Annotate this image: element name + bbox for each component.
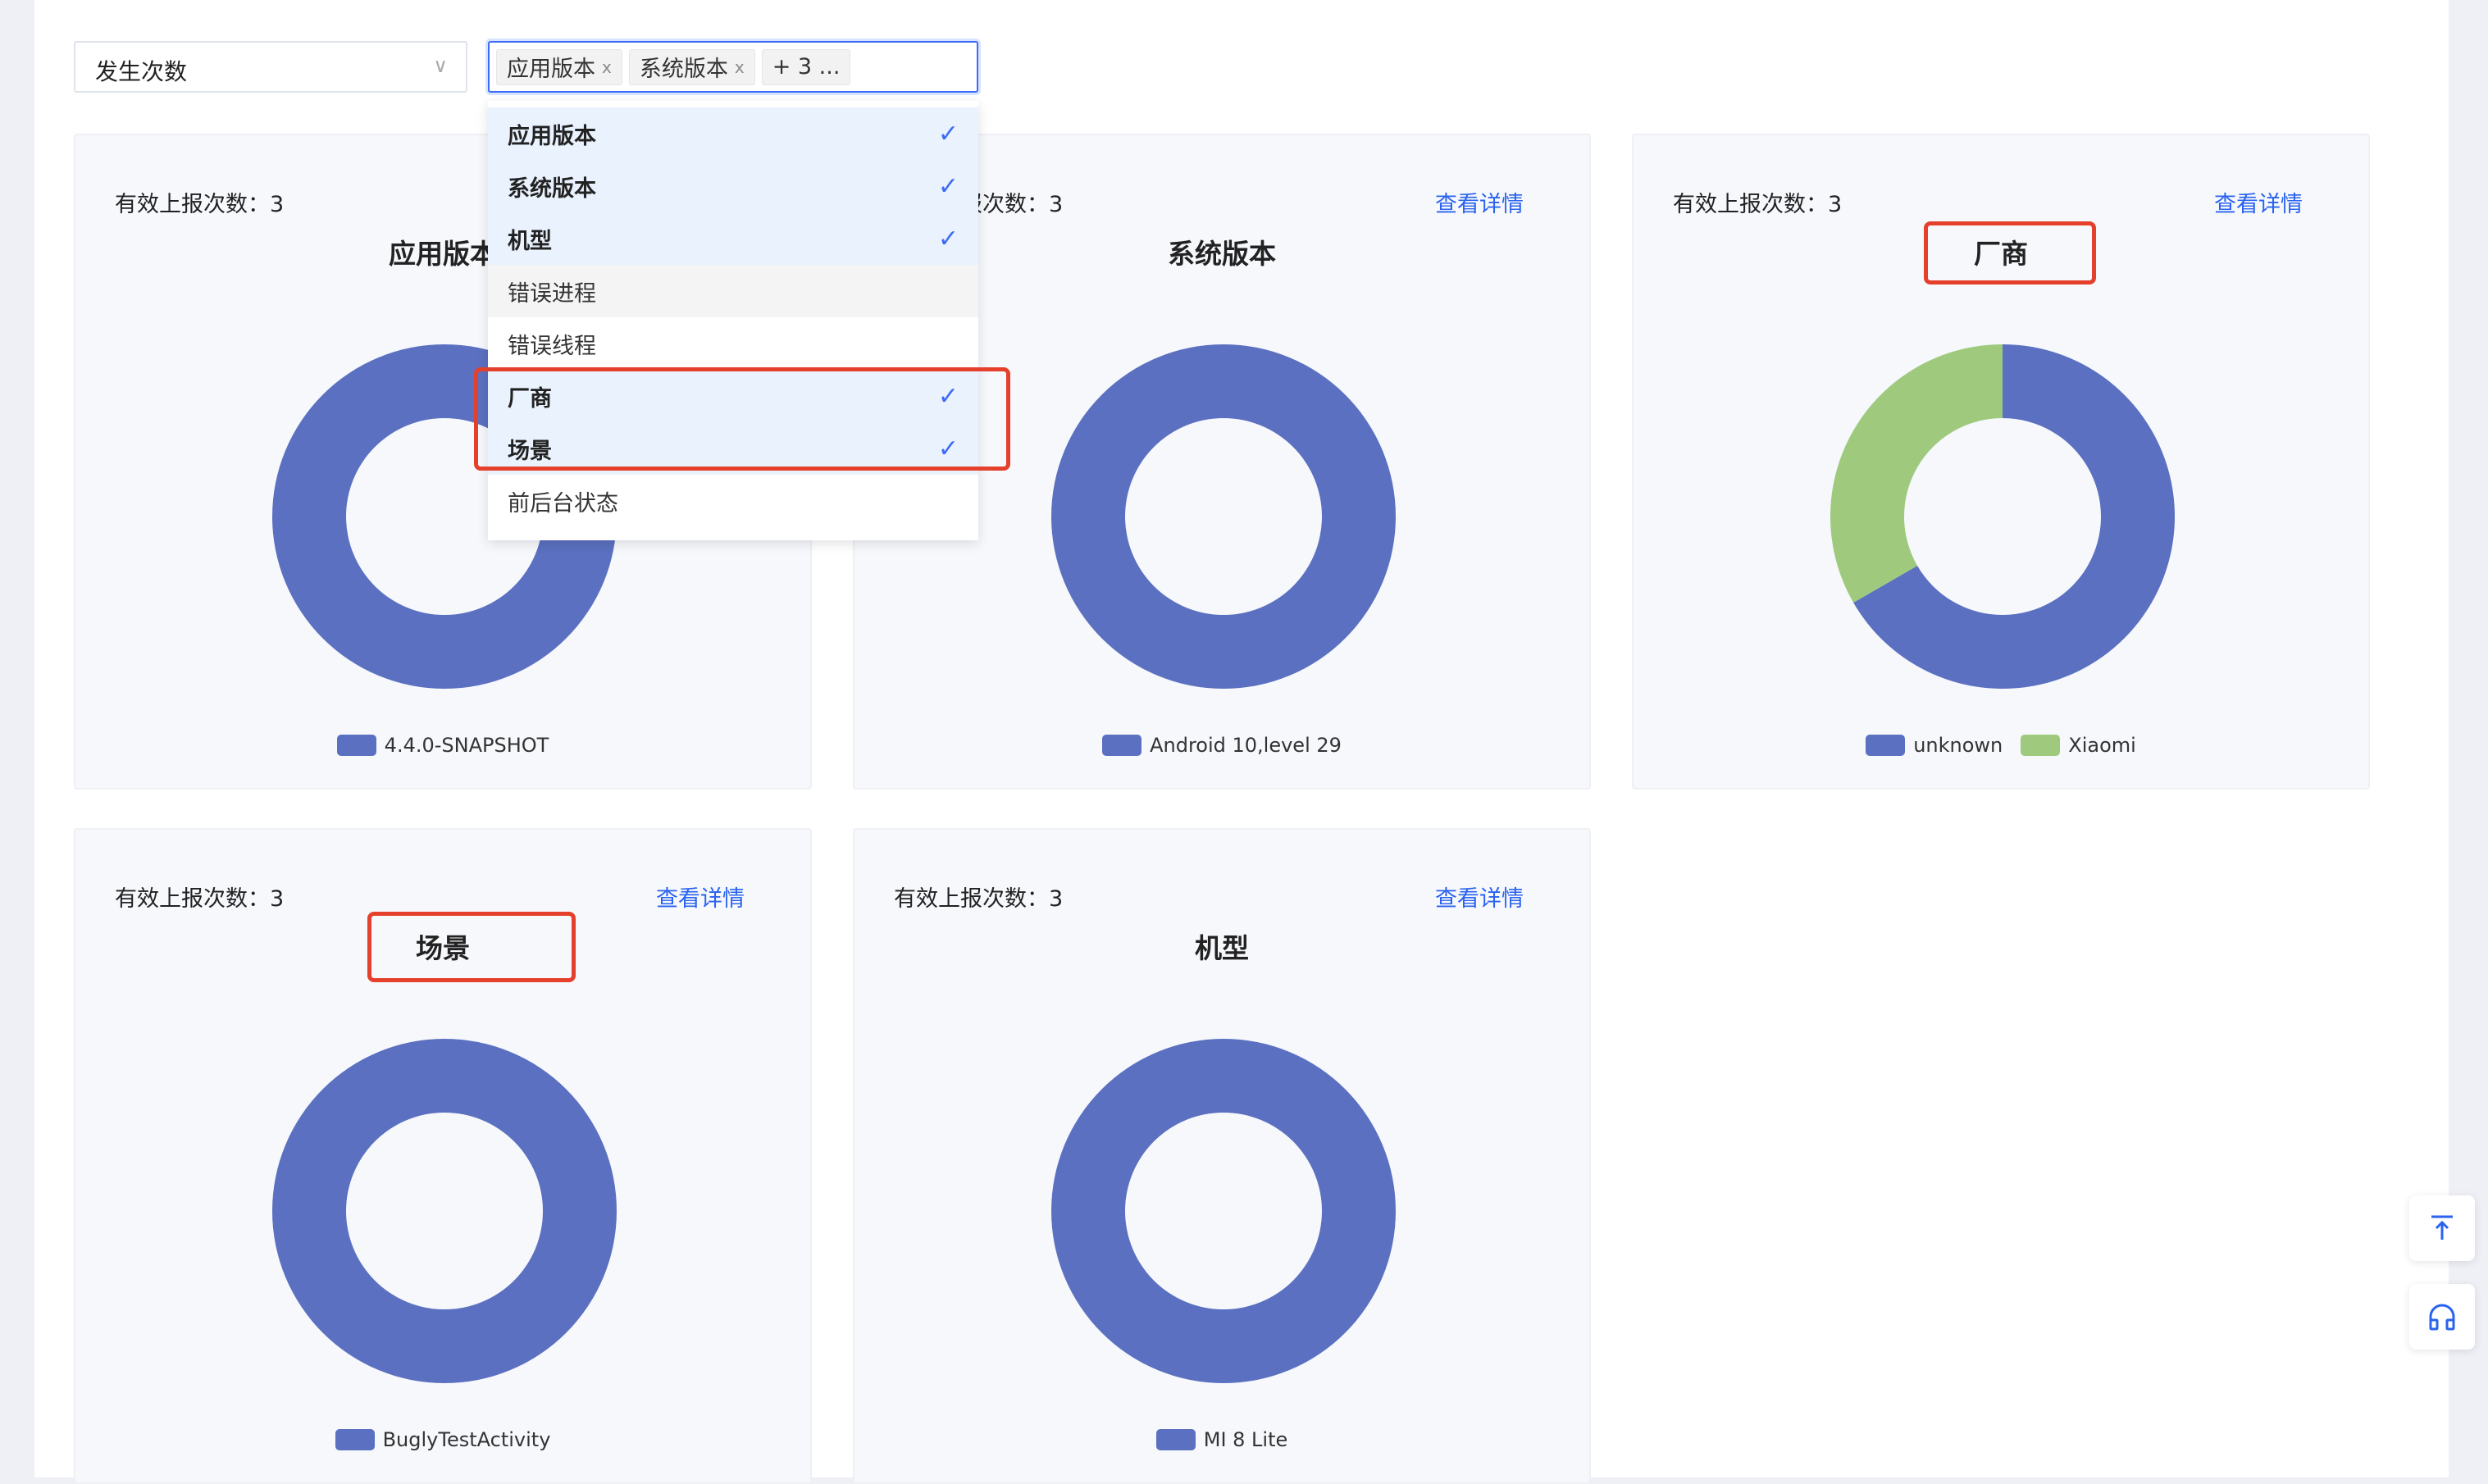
close-icon[interactable]: x [735,57,745,77]
dropdown-option[interactable]: 应用版本 ✓ [488,107,978,160]
report-count: 有效上报次数：3 [1673,192,1843,217]
dimension-dropdown: 应用版本 ✓ 系统版本 ✓ 机型 ✓ 错误进程 错误线程 厂商 ✓ 场景 ✓ 前后台状态 [488,101,978,540]
pie-slice[interactable] [272,1039,617,1383]
legend-label: BuglyTestActivity [382,1428,551,1451]
dropdown-option[interactable]: 错误线程 [488,317,978,370]
donut-chart [1051,1039,1396,1383]
legend-label: Android 10,level 29 [1150,734,1342,757]
back-to-top-button[interactable] [2409,1195,2475,1261]
legend-swatch [1866,735,1906,756]
option-label: 机型 [508,228,552,254]
highlight-box [367,912,576,982]
check-icon: ✓ [937,224,959,253]
legend-label: Xiaomi [2068,734,2136,757]
view-details-link[interactable]: 查看详情 [2214,186,2303,218]
report-count: 有效上报次数：3 [894,886,1064,912]
legend-item[interactable]: Xiaomi [2021,734,2136,757]
chart-card: 有效上报次数：3 查看详情 机型 MI 8 Lite [853,828,1591,1484]
legend-label: 4.4.0-SNAPSHOT [384,734,549,757]
legend-label: unknown [1913,734,2003,757]
arrow-up-to-top-icon [2431,1215,2453,1240]
chevron-down-icon: ∨ [433,54,448,77]
legend-item[interactable]: unknown [1866,734,2003,757]
legend-item[interactable]: 4.4.0-SNAPSHOT [336,734,549,757]
pie-slice[interactable] [1830,344,2003,603]
check-icon: ✓ [937,171,959,201]
metric-select[interactable]: 发生次数 ∨ [74,41,467,93]
legend-label: MI 8 Lite [1203,1428,1288,1451]
headphones-icon [2429,1304,2455,1331]
report-count: 有效上报次数：3 [115,192,285,217]
tag-os-version: 系统版本 x [628,48,755,85]
legend-item[interactable]: Android 10,level 29 [1102,734,1342,757]
customer-service-button[interactable] [2409,1284,2475,1350]
dropdown-option[interactable]: 错误进程 [488,265,978,317]
chart-title: 机型 [1195,932,1249,964]
legend-swatch [336,735,376,756]
dropdown-option[interactable]: 前后台状态 [488,475,978,527]
view-details-link[interactable]: 查看详情 [1435,881,1524,913]
metric-select-value: 发生次数 [95,58,188,85]
legend-item[interactable]: MI 8 Lite [1155,1428,1288,1451]
dropdown-option[interactable]: 系统版本 ✓ [488,160,978,212]
view-details-link[interactable]: 查看详情 [1435,186,1524,218]
tag-app-version: 应用版本 x [496,48,622,85]
chart-legend: unknown Xiaomi [1634,734,2368,757]
check-icon: ✓ [937,119,959,148]
option-label: 错误进程 [508,280,596,307]
tag-label: 应用版本 [507,57,595,82]
close-icon[interactable]: x [602,57,612,77]
donut-chart [272,1039,617,1383]
highlight-box [1924,221,2096,285]
option-label: 错误线程 [508,333,596,359]
pie-slice[interactable] [1051,344,1396,689]
dimension-multiselect[interactable]: 应用版本 x 系统版本 x + 3 ... [488,41,978,93]
report-count: 有效上报次数：3 [115,886,285,912]
legend-item[interactable]: BuglyTestActivity [335,1428,551,1451]
option-label: 前后台状态 [508,490,618,517]
chart-legend: 4.4.0-SNAPSHOT [75,734,810,757]
chart-legend: Android 10,level 29 [854,734,1589,757]
view-details-link[interactable]: 查看详情 [656,881,745,913]
donut-chart [1051,344,1396,689]
legend-swatch [335,1429,375,1450]
chart-legend: MI 8 Lite [854,1428,1589,1451]
tag-label: 系统版本 [639,57,728,82]
option-label: 应用版本 [508,123,596,149]
legend-swatch [2021,735,2061,756]
option-label: 系统版本 [508,175,596,202]
chart-legend: BuglyTestActivity [75,1428,810,1451]
dropdown-option[interactable]: 机型 ✓ [488,212,978,265]
pie-slice[interactable] [1051,1039,1396,1383]
legend-swatch [1102,735,1142,756]
highlight-box [474,367,1010,471]
legend-swatch [1155,1429,1196,1450]
donut-chart [1830,344,2175,689]
more-tags[interactable]: + 3 ... [761,48,851,85]
